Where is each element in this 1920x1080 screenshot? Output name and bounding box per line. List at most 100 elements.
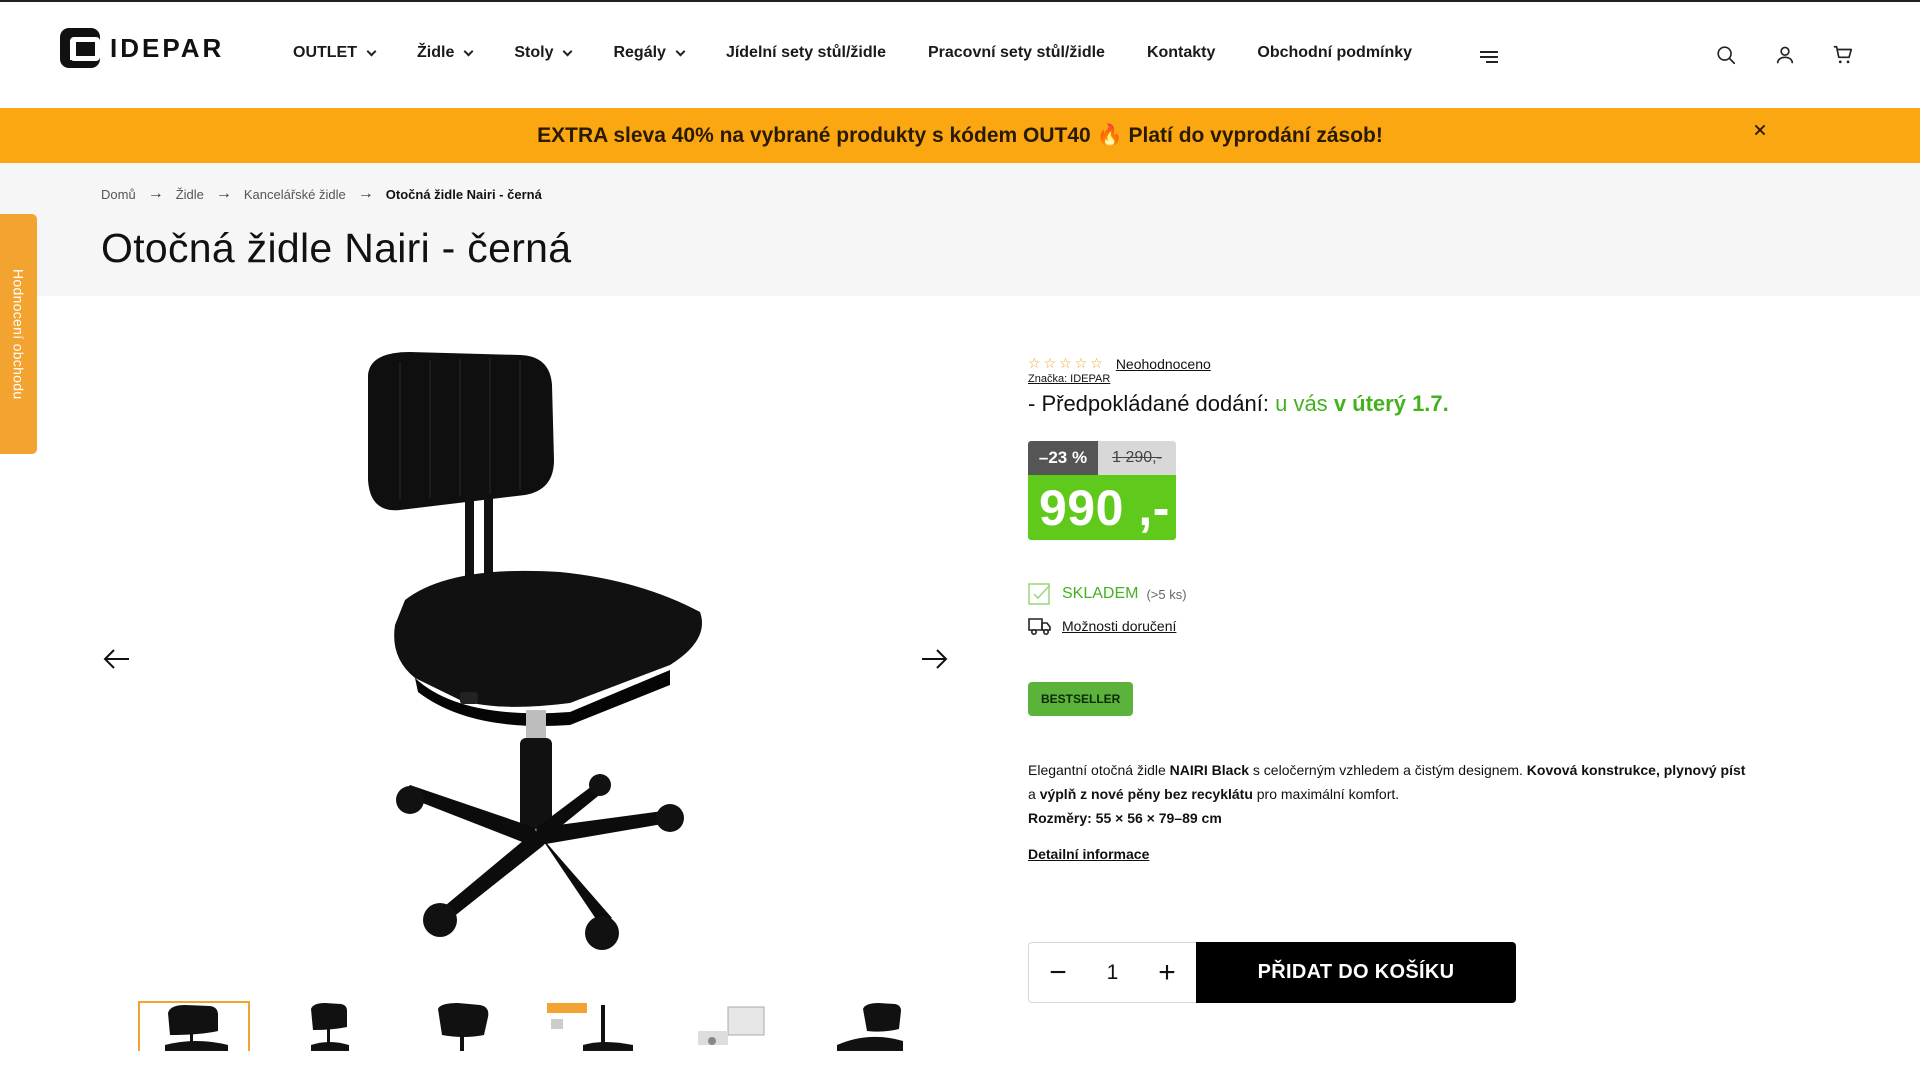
nav-item-kontakty[interactable]: Kontakty	[1147, 44, 1215, 62]
store-rating-tab-label: Hodnocení obchodu	[10, 268, 27, 400]
thumbnail[interactable]	[543, 1001, 655, 1051]
chevron-down-icon	[463, 46, 474, 56]
logo-text: IDEPAR	[110, 32, 225, 63]
desc-bold: Kovová konstrukce	[1526, 762, 1656, 778]
thumbnail[interactable]	[138, 1001, 250, 1051]
desc-text: a	[1028, 786, 1040, 802]
delivery-at: u vás	[1275, 391, 1328, 416]
search-icon[interactable]	[1715, 44, 1737, 66]
product-info: ☆ ☆ ☆ ☆ ☆ Neohodnoceno Značka: IDEPAR - …	[1028, 355, 1768, 864]
brand-link[interactable]: Značka: IDEPAR	[1028, 373, 1768, 385]
close-icon[interactable]	[1749, 119, 1771, 141]
store-rating-tab[interactable]: Hodnocení obchodu	[0, 214, 37, 454]
breadcrumb-item-home[interactable]: Domů	[101, 187, 136, 202]
thumbnail-strip	[138, 1001, 948, 1051]
gallery-prev-arrow-icon[interactable]	[102, 647, 132, 671]
delivery-date: v úterý 1.7.	[1333, 391, 1449, 416]
desc-text: Elegantní otočná židle	[1028, 762, 1170, 778]
nav-item-pracovni-sety[interactable]: Pracovní sety stůl/židle	[928, 44, 1105, 62]
desc-text: s celočerným vzhledem a čistým designem.	[1249, 762, 1527, 778]
star-icon: ☆	[1043, 355, 1057, 371]
star-icon: ☆	[1059, 355, 1072, 371]
breadcrumb: Domů → Židle → Kancelářské židle → Otočn…	[101, 185, 542, 203]
arrow-right-icon: →	[357, 185, 374, 202]
star-icon: ☆	[1028, 355, 1041, 371]
promo-banner: EXTRA sleva 40% na vybrané produkty s kó…	[0, 108, 1920, 163]
nav-item-label: Obchodní podmínky	[1257, 44, 1413, 61]
thumbnail[interactable]	[273, 1001, 385, 1051]
main-nav: OUTLET Židle Stoly Regály Jídelní sety s…	[293, 44, 1412, 62]
chevron-down-icon	[675, 46, 686, 56]
title-area: Domů → Židle → Kancelářské židle → Otočn…	[0, 163, 1920, 296]
thumbnail[interactable]	[813, 1001, 925, 1051]
desc-text: pro maximální komfort.	[1252, 786, 1400, 802]
desc-bold: NAIRI Black	[1169, 762, 1250, 778]
cart-icon[interactable]	[1832, 44, 1854, 66]
nav-item-label: OUTLET	[293, 44, 357, 61]
delivery-estimate: - Předpokládané dodání: u vás v úterý 1.…	[1028, 391, 1768, 417]
dimensions: Rozměry: 55 × 56 × 79–89 cm	[1028, 810, 1222, 826]
rating-row: ☆ ☆ ☆ ☆ ☆ Neohodnoceno	[1028, 355, 1768, 372]
logo-mark	[60, 28, 100, 68]
delivery-when: u vás v úterý 1.7.	[1275, 391, 1449, 416]
truck-icon	[1028, 618, 1051, 636]
nav-item-stoly[interactable]: Stoly	[514, 44, 573, 62]
breadcrumb-item-current: Otočná židle Nairi - černá	[385, 186, 542, 202]
star-icon: ☆	[1074, 355, 1088, 371]
arrow-right-icon: →	[147, 185, 164, 202]
breadcrumb-item-zidle[interactable]: Židle	[176, 187, 204, 202]
nav-item-jidelni-sety[interactable]: Jídelní sety stůl/židle	[726, 44, 886, 62]
star-icon: ☆	[1090, 355, 1103, 371]
promo-text: EXTRA sleva 40% na vybrané produkty s kó…	[537, 123, 1383, 147]
product-description: Elegantní otočná židle NAIRI Black s cel…	[1028, 758, 1748, 830]
decrease-quantity-button[interactable]: −	[1047, 957, 1069, 988]
nav-item-label: Pracovní sety stůl/židle	[927, 44, 1105, 61]
nav-item-label: Židle	[417, 44, 455, 61]
menu-icon[interactable]	[1480, 51, 1498, 66]
delivery-options[interactable]: Možnosti doručení	[1028, 616, 1768, 636]
desc-bold: plynový píst	[1663, 762, 1746, 778]
breadcrumb-item-kancelarske[interactable]: Kancelářské židle	[244, 187, 346, 202]
gallery-next-arrow-icon[interactable]	[919, 647, 949, 671]
quantity-value[interactable]: 1	[1107, 961, 1119, 985]
price-box: –23 % 1 290,- 990 ,-	[1028, 441, 1176, 540]
nav-item-label: Stoly	[514, 44, 554, 61]
thumbnail[interactable]	[408, 1001, 520, 1051]
desc-bold: výplň z nové pěny bez recyklátu	[1039, 786, 1253, 802]
add-to-cart-row: − 1 + PŘIDAT DO KOŠÍKU	[1028, 942, 1516, 1003]
product-image	[368, 352, 702, 950]
bestseller-badge: BESTSELLER	[1028, 682, 1134, 716]
old-price: 1 290,-	[1098, 441, 1176, 475]
chevron-down-icon	[563, 46, 573, 56]
nav-item-label: Kontakty	[1146, 44, 1216, 61]
nav-item-outlet[interactable]: OUTLET	[293, 44, 377, 62]
add-to-cart-button[interactable]: PŘIDAT DO KOŠÍKU	[1196, 942, 1516, 1003]
bottom-fade	[0, 1050, 1920, 1080]
desc-bold: ,	[1655, 762, 1664, 778]
nav-item-regaly[interactable]: Regály	[613, 44, 686, 62]
increase-quantity-button[interactable]: +	[1156, 957, 1178, 988]
stock-status: SKLADEM (>5 ks)	[1028, 582, 1768, 606]
nav-item-zidle[interactable]: Židle	[417, 44, 474, 62]
quantity-stepper: − 1 +	[1028, 942, 1196, 1003]
stock-qty: (>5 ks)	[1146, 586, 1187, 602]
page: IDEPAR OUTLET Židle Stoly Regály Jídelní…	[0, 0, 1920, 1080]
nav-item-label: Regály	[613, 44, 666, 61]
logo[interactable]: IDEPAR	[60, 28, 224, 68]
rating-link[interactable]: Neohodnoceno	[1116, 356, 1211, 372]
page-title: Otočná židle Nairi - černá	[101, 225, 572, 271]
current-price: 990 ,-	[1028, 475, 1176, 540]
delivery-prefix: - Předpokládané dodání:	[1028, 391, 1269, 416]
discount-badge: –23 %	[1028, 441, 1098, 475]
detail-info-link[interactable]: Detailní informace	[1028, 846, 1149, 862]
site-header: IDEPAR OUTLET Židle Stoly Regály Jídelní…	[0, 0, 1920, 108]
nav-item-obchodni-podminky[interactable]: Obchodní podmínky	[1257, 44, 1412, 62]
delivery-options-link[interactable]: Možnosti doručení	[1062, 618, 1176, 634]
checkbox-check-icon	[1028, 583, 1051, 605]
arrow-right-icon: →	[215, 185, 232, 202]
user-icon[interactable]	[1774, 44, 1796, 66]
chevron-down-icon	[366, 46, 377, 56]
thumbnail[interactable]	[678, 1001, 790, 1051]
stock-label: SKLADEM	[1062, 585, 1139, 602]
nav-item-label: Jídelní sety stůl/židle	[725, 44, 886, 61]
